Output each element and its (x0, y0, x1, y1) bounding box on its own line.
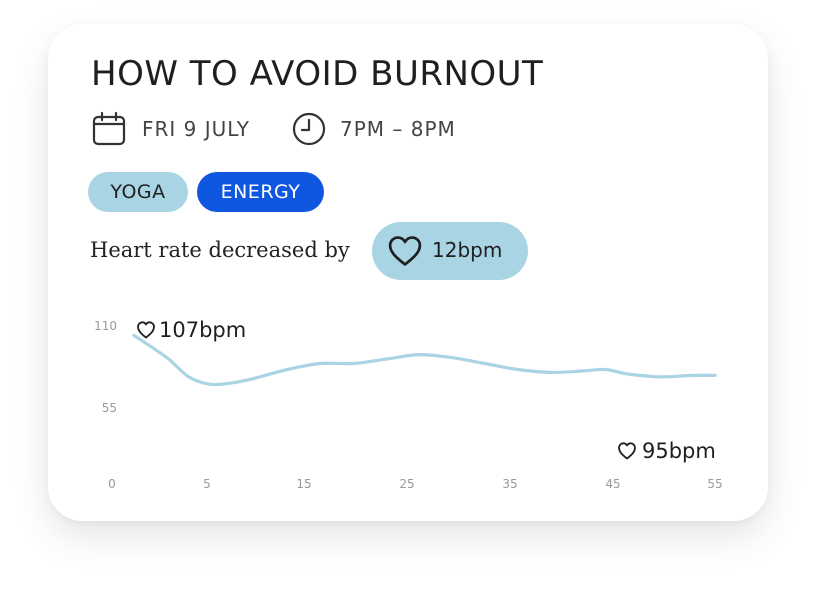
x-tick-label: 35 (502, 477, 517, 491)
heart-icon (137, 321, 155, 339)
y-tick-label: 55 (102, 401, 117, 415)
heart-rate-series-line (132, 333, 717, 387)
y-tick-label: 110 (94, 319, 117, 333)
x-tick-label: 5 (203, 477, 211, 491)
end-annotation-label: 95bpm (642, 439, 716, 463)
x-tick-label: 0 (108, 477, 116, 491)
heart-rate-chart: 110 55 0 5 15 25 35 45 55 107bpm 95bpm (94, 318, 723, 491)
x-tick-label: 15 (296, 477, 311, 491)
x-tick-label: 45 (605, 477, 620, 491)
heart-icon (618, 442, 636, 460)
x-tick-label: 25 (399, 477, 414, 491)
screen: HOW TO AVOID BURNOUT FRI 9 JULY 7PM – 8P… (0, 0, 816, 594)
x-tick-label: 55 (707, 477, 722, 491)
start-annotation-label: 107bpm (159, 318, 246, 342)
